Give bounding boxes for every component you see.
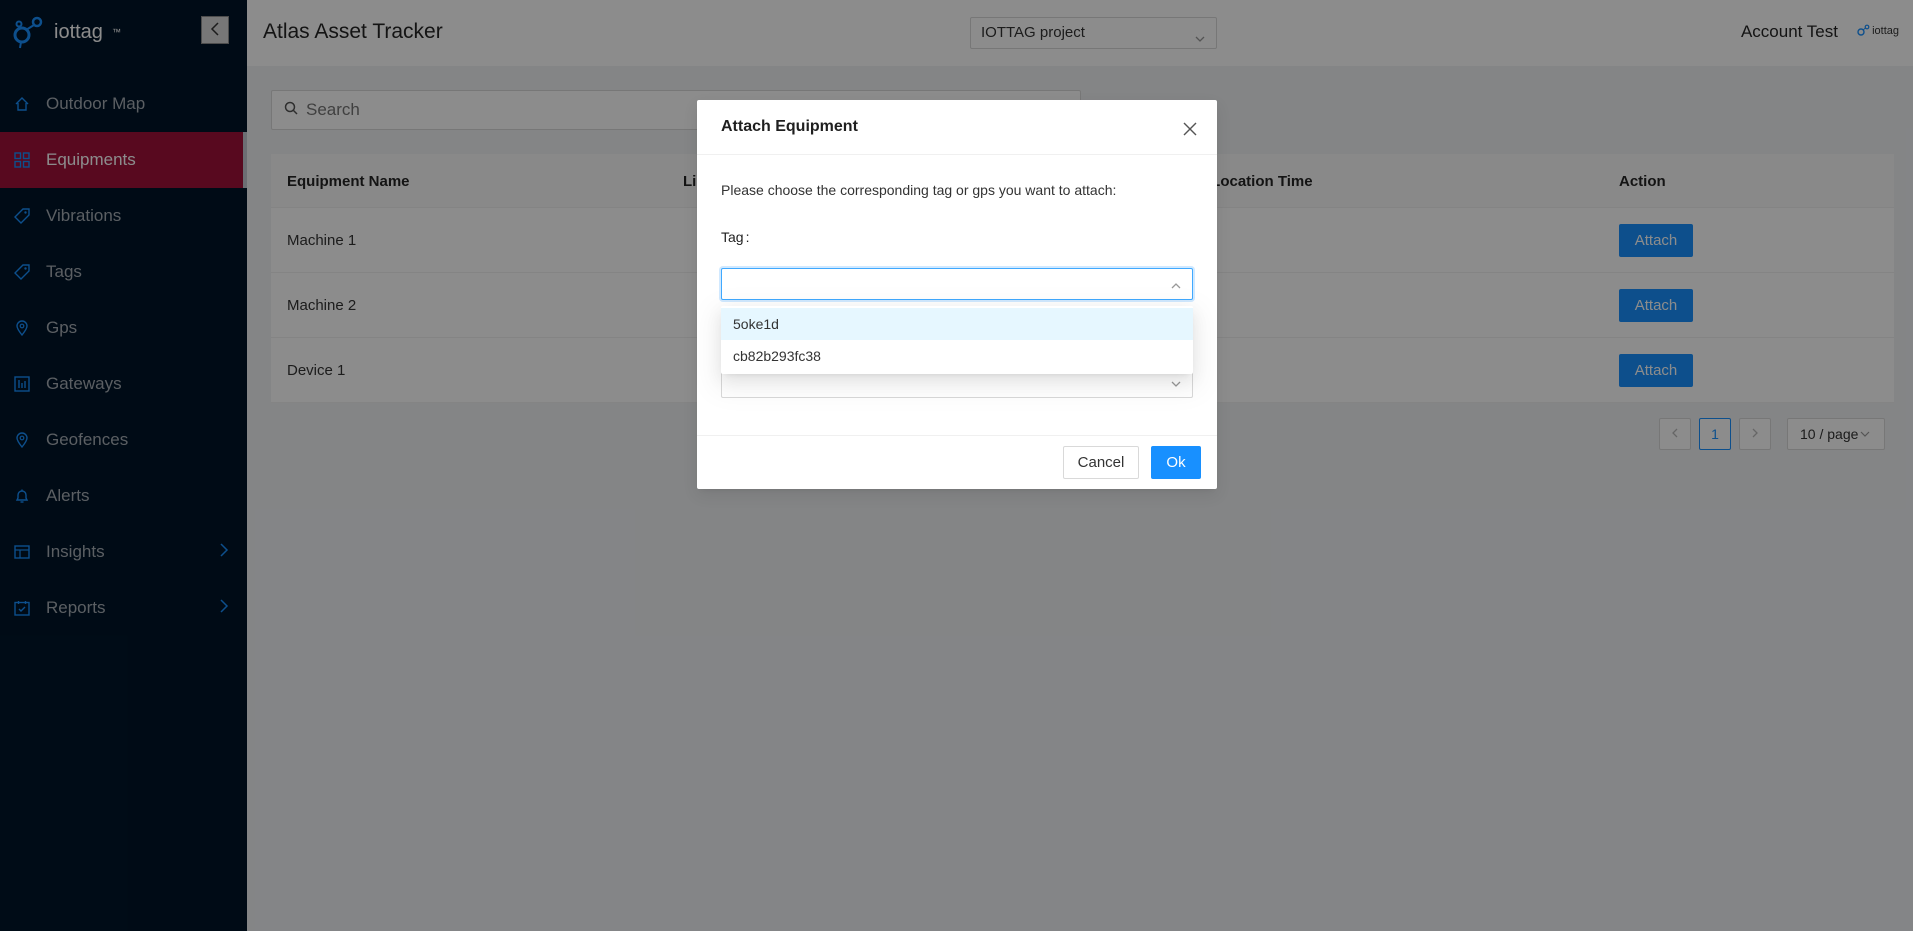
tag-label-text: Tag bbox=[721, 229, 744, 245]
tag-dropdown-menu: 5oke1d cb82b293fc38 bbox=[721, 306, 1193, 374]
tag-option[interactable]: cb82b293fc38 bbox=[721, 340, 1193, 372]
modal-description: Please choose the corresponding tag or g… bbox=[721, 182, 1117, 198]
close-icon[interactable] bbox=[1183, 122, 1199, 138]
chevron-up-icon bbox=[1170, 279, 1182, 297]
tag-option[interactable]: 5oke1d bbox=[721, 308, 1193, 340]
tag-label-colon: : bbox=[745, 229, 750, 245]
tag-field-label: Tag: bbox=[721, 229, 749, 245]
ok-button[interactable]: Ok bbox=[1151, 446, 1201, 479]
attach-equipment-modal: Attach Equipment Please choose the corre… bbox=[697, 100, 1217, 489]
cancel-button[interactable]: Cancel bbox=[1063, 446, 1139, 479]
modal-footer-divider bbox=[697, 435, 1217, 436]
modal-header-divider bbox=[697, 154, 1217, 155]
modal-title: Attach Equipment bbox=[721, 118, 858, 135]
tag-select[interactable] bbox=[721, 268, 1193, 300]
chevron-down-icon bbox=[1170, 377, 1182, 395]
